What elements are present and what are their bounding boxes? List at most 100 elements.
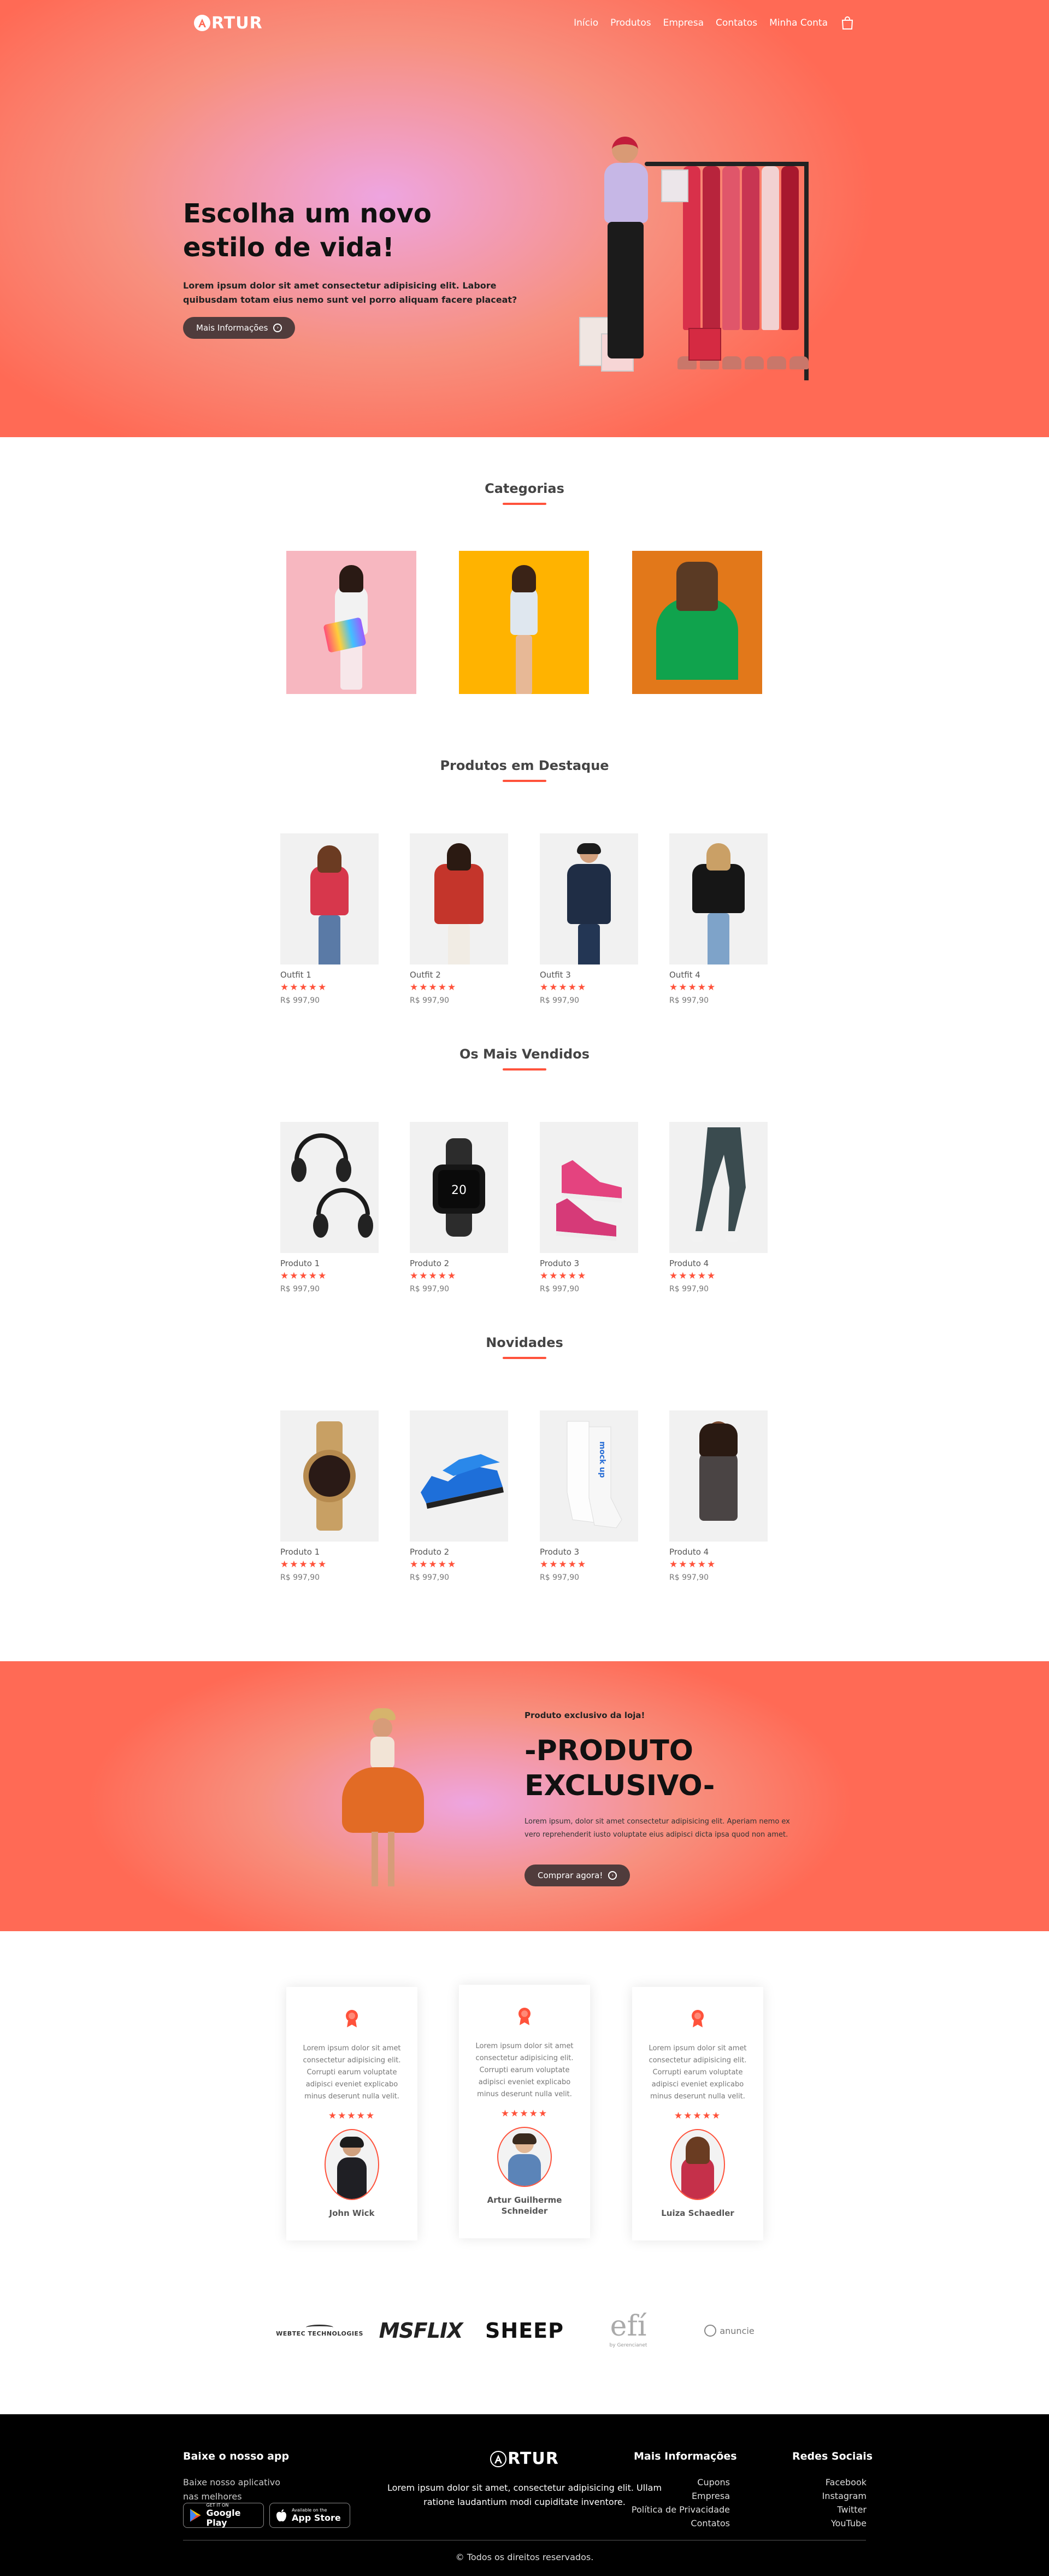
- navbar: RTUR Início Produtos Empresa Contatos Mi…: [194, 12, 855, 34]
- product-card[interactable]: Produto 3 ★★★★★ R$ 997,90: [540, 1122, 638, 1293]
- product-price: R$ 997,90: [669, 996, 709, 1005]
- product-card[interactable]: Produto 1 ★★★★★ R$ 997,90: [280, 1122, 379, 1293]
- product-name: Outfit 2: [410, 970, 441, 980]
- rating-stars: ★★★★★: [500, 2108, 549, 2119]
- exclusive-product-section: Produto exclusivo da loja! -PRODUTO EXCL…: [0, 1661, 1049, 1931]
- product-price: R$ 997,90: [669, 1573, 709, 1582]
- rating-stars: ★★★★★: [669, 982, 717, 993]
- sock-text: mock up: [598, 1442, 606, 1478]
- footer-social-links: Facebook Instagram Twitter YouTube: [776, 2475, 867, 2530]
- product-card[interactable]: Outfit 1 ★★★★★ R$ 997,90: [280, 833, 379, 1005]
- google-play-button[interactable]: GET IT ON Google Play: [183, 2503, 264, 2528]
- more-info-button[interactable]: Mais Informações ›: [183, 317, 296, 339]
- product-price: R$ 997,90: [540, 996, 580, 1005]
- brand-logo-anuncie: anuncie: [683, 2314, 776, 2347]
- footer-link-twitter[interactable]: Twitter: [776, 2503, 867, 2516]
- product-name: Outfit 4: [669, 970, 700, 980]
- testimonial-name: John Wick: [329, 2208, 375, 2218]
- category-card-2[interactable]: [459, 551, 589, 694]
- award-icon: [473, 2007, 576, 2028]
- product-price: R$ 997,90: [410, 1285, 450, 1293]
- bestsellers-header: Os Mais Vendidos: [0, 1046, 1049, 1071]
- category-card-1[interactable]: [286, 551, 416, 694]
- promo-text: Lorem ipsum, dolor sit amet consectetur …: [524, 1818, 790, 1839]
- product-card[interactable]: Produto 4 ★★★★★ R$ 997,90: [669, 1410, 768, 1582]
- categories-title: Categorias: [485, 481, 564, 496]
- shopping-bag-icon[interactable]: [840, 15, 855, 31]
- product-card[interactable]: Outfit 2 ★★★★★ R$ 997,90: [410, 833, 508, 1005]
- product-card[interactable]: Outfit 3 ★★★★★ R$ 997,90: [540, 833, 638, 1005]
- footer-link-contatos[interactable]: Contatos: [623, 2516, 730, 2530]
- footer-social-title: Redes Sociais: [792, 2450, 873, 2462]
- categories-header: Categorias: [0, 481, 1049, 505]
- product-card[interactable]: Produto 4 ★★★★★ R$ 997,90: [669, 1122, 768, 1293]
- nav-produtos-link[interactable]: Produtos: [610, 17, 651, 28]
- footer-link-youtube[interactable]: YouTube: [776, 2516, 867, 2530]
- news-header: Novidades: [0, 1335, 1049, 1359]
- product-price: R$ 997,90: [540, 1285, 580, 1293]
- rating-stars: ★★★★★: [328, 2110, 376, 2121]
- brand-sheep-text: SHEEP: [485, 2319, 564, 2343]
- rating-stars: ★★★★★: [280, 1271, 328, 1281]
- buy-now-label: Comprar agora!: [538, 1871, 603, 1880]
- brand-logo-efi: efí by Gerencianet: [596, 2307, 661, 2351]
- rating-stars: ★★★★★: [410, 1271, 457, 1281]
- product-name: Produto 1: [280, 1547, 320, 1557]
- category-card-3[interactable]: [632, 551, 762, 694]
- rating-stars: ★★★★★: [674, 2110, 722, 2121]
- footer-link-cupons[interactable]: Cupons: [623, 2475, 730, 2489]
- nav-empresa-link[interactable]: Empresa: [663, 17, 704, 28]
- logo[interactable]: RTUR: [194, 14, 263, 33]
- product-card[interactable]: Outfit 4 ★★★★★ R$ 997,90: [669, 833, 768, 1005]
- product-image: [669, 833, 768, 964]
- testimonial-text: Lorem ipsum dolor sit amet consectetur a…: [649, 2044, 747, 2101]
- product-name: Outfit 3: [540, 970, 571, 980]
- brand-efi-text: efí: [610, 2310, 647, 2343]
- footer-link-instagram[interactable]: Instagram: [776, 2489, 867, 2503]
- footer-link-facebook[interactable]: Facebook: [776, 2475, 867, 2489]
- product-image: 20: [410, 1122, 508, 1253]
- product-price: R$ 997,90: [410, 996, 450, 1005]
- product-name: Outfit 1: [280, 970, 311, 980]
- bestsellers-title: Os Mais Vendidos: [459, 1046, 590, 1062]
- app-store-label: App Store: [292, 2513, 341, 2523]
- footer-link-empresa[interactable]: Empresa: [623, 2489, 730, 2503]
- footer-info-title: Mais Informações: [634, 2450, 737, 2462]
- product-price: R$ 997,90: [669, 1285, 709, 1293]
- rating-stars: ★★★★★: [280, 1559, 328, 1570]
- nav-minha-conta-link[interactable]: Minha Conta: [769, 17, 828, 28]
- anuncie-logo-icon: [704, 2325, 717, 2337]
- product-name: Produto 1: [280, 1258, 320, 1268]
- product-image: [669, 1122, 768, 1253]
- footer-logo[interactable]: RTUR: [459, 2449, 590, 2468]
- logo-a-icon: [490, 2450, 507, 2467]
- testimonial-card: Lorem ipsum dolor sit amet consectetur a…: [459, 1985, 590, 2238]
- title-underline: [503, 780, 546, 782]
- hero-text: Lorem ipsum dolor sit amet consectetur a…: [183, 280, 517, 305]
- promo-image: [339, 1708, 426, 1894]
- watch-time: 20: [451, 1184, 467, 1197]
- app-store-button[interactable]: Available on the App Store: [269, 2503, 350, 2528]
- brand-logo-sheep: SHEEP: [478, 2314, 571, 2347]
- nav-contatos-link[interactable]: Contatos: [716, 17, 757, 28]
- product-price: R$ 997,90: [280, 1573, 320, 1582]
- footer-link-privacidade[interactable]: Política de Privacidade: [623, 2503, 730, 2516]
- product-card[interactable]: 20 Produto 2 ★★★★★ R$ 997,90: [410, 1122, 508, 1293]
- product-card[interactable]: Produto 2 ★★★★★ R$ 997,90: [410, 1410, 508, 1582]
- smartwatch-icon: 20: [433, 1138, 485, 1237]
- socks-icon: mock up: [567, 1421, 622, 1528]
- buy-now-button[interactable]: Comprar agora! ›: [524, 1865, 630, 1886]
- product-card[interactable]: mock up Produto 3 ★★★★★ R$ 997,90: [540, 1410, 638, 1582]
- product-card[interactable]: Produto 1 ★★★★★ R$ 997,90: [280, 1410, 379, 1582]
- product-name: Produto 3: [540, 1547, 580, 1557]
- hero-title: Escolha um novo estilo de vida!: [183, 198, 432, 263]
- testimonial-card: Lorem ipsum dolor sit amet consectetur a…: [286, 1987, 417, 2240]
- promo-title: -PRODUTO EXCLUSIVO-: [524, 1734, 715, 1802]
- nav-inicio-link[interactable]: Início: [574, 17, 598, 28]
- promo-subtitle: Produto exclusivo da loja!: [524, 1710, 645, 1720]
- testimonial-text: Lorem ipsum dolor sit amet consectetur a…: [475, 2042, 574, 2098]
- title-underline: [503, 1357, 546, 1359]
- rating-stars: ★★★★★: [280, 982, 328, 993]
- testimonial-name: Artur Guilherme Schneider: [487, 2195, 562, 2216]
- testimonial-text: Lorem ipsum dolor sit amet consectetur a…: [303, 2044, 401, 2101]
